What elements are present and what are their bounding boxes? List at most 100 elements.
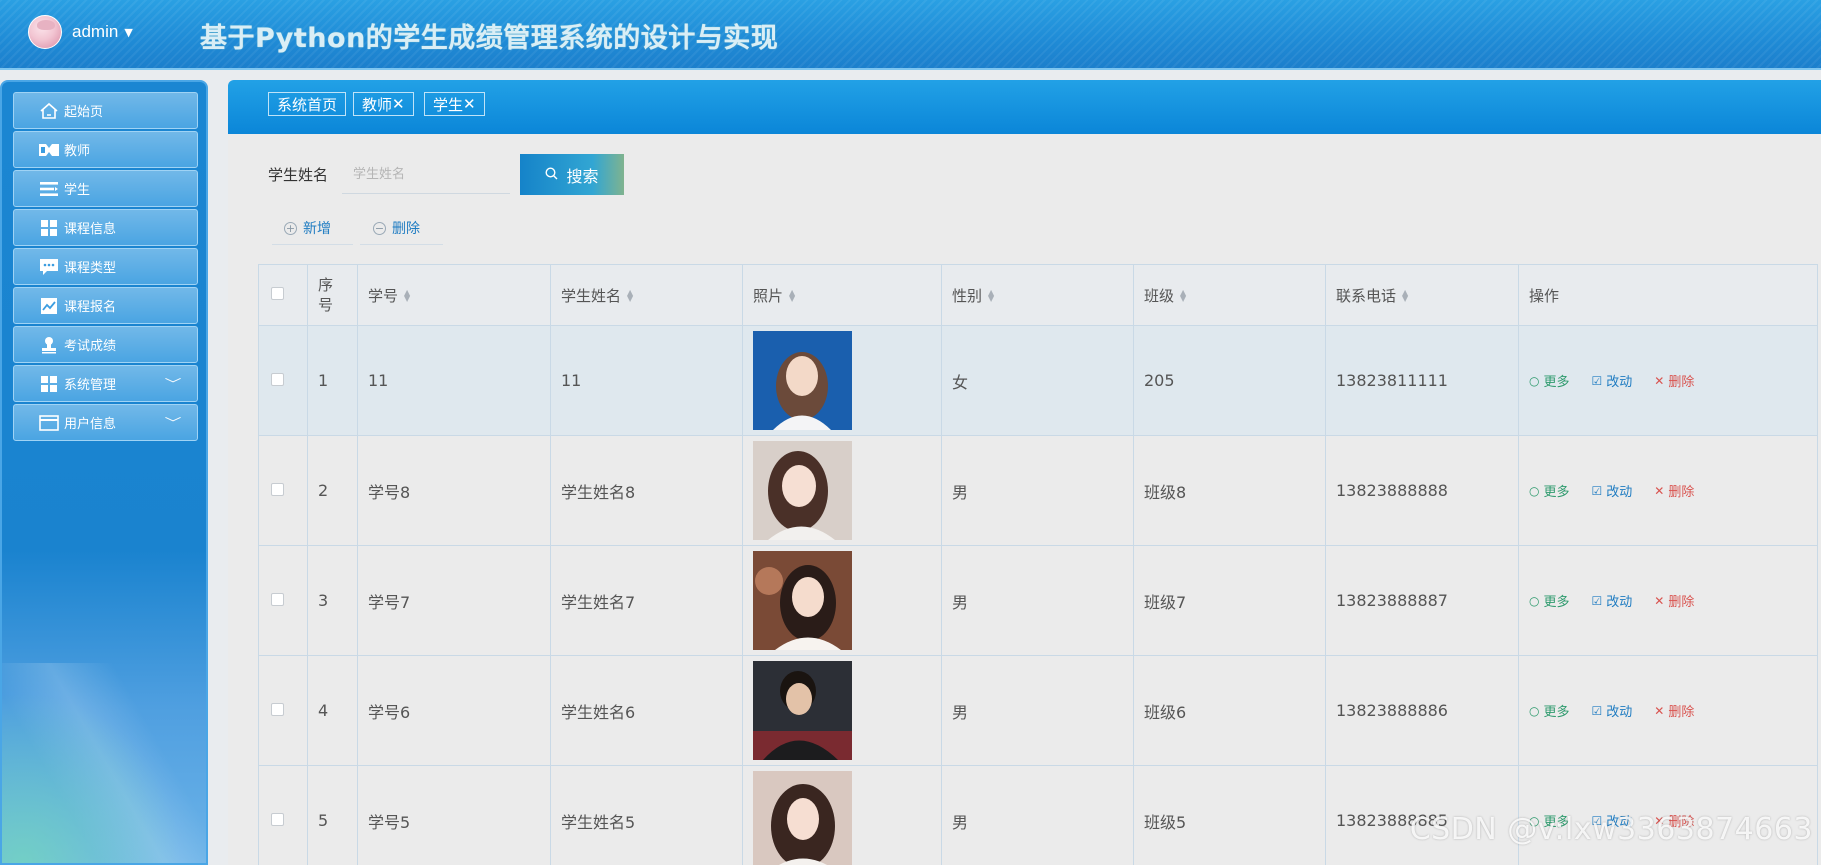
search-icon: ○ xyxy=(1529,483,1540,498)
sidebar-item-student[interactable]: 学生 xyxy=(13,170,198,207)
close-icon[interactable]: ✕ xyxy=(392,95,405,113)
row-select-cell[interactable] xyxy=(258,325,308,436)
cell-gender: 男 xyxy=(941,655,1134,766)
row-checkbox[interactable] xyxy=(271,483,284,496)
delete-button[interactable]: − 删除 xyxy=(360,212,443,245)
tab-home[interactable]: 系统首页 xyxy=(268,92,347,116)
more-button[interactable]: ○ 更多 xyxy=(1529,481,1570,501)
delete-label: 删除 xyxy=(1668,485,1695,500)
student-photo[interactable] xyxy=(753,771,852,865)
grid-icon xyxy=(38,374,60,394)
cell-phone: 13823888887 xyxy=(1325,545,1519,656)
grid-icon xyxy=(38,218,60,238)
sidebar-item-course-enroll[interactable]: 课程报名 xyxy=(13,287,198,324)
close-icon[interactable]: ✕ xyxy=(463,95,476,113)
table-row[interactable]: 3 学号7 学生姓名7 男 班级7 13823888887 ○更多 ☑改动 xyxy=(258,545,1818,656)
search-button[interactable]: 搜索 xyxy=(520,154,624,195)
row-checkbox[interactable] xyxy=(271,813,284,826)
more-button[interactable]: ○ 更多 xyxy=(1529,591,1570,611)
add-button[interactable]: + 新增 xyxy=(272,212,353,245)
edit-button[interactable]: ☑ 改动 xyxy=(1592,591,1633,611)
header-label: 性别 xyxy=(952,286,983,305)
search-label: 学生姓名 xyxy=(268,166,329,184)
row-select-cell[interactable] xyxy=(258,545,308,656)
student-photo[interactable] xyxy=(753,661,852,760)
header-label: 操作 xyxy=(1529,286,1560,305)
sidebar-item-teacher[interactable]: 教师 xyxy=(13,131,198,168)
add-button-label: 新增 xyxy=(303,221,331,237)
edit-label: 改动 xyxy=(1606,375,1633,390)
header-class[interactable]: 班级 ▲ ▼ xyxy=(1133,264,1326,326)
sidebar-item-label: 课程类型 xyxy=(64,261,117,276)
more-label: 更多 xyxy=(1543,375,1570,390)
minus-circle-icon: − xyxy=(373,221,386,235)
tab-label: 系统首页 xyxy=(277,95,338,114)
row-checkbox[interactable] xyxy=(271,703,284,716)
sort-icon[interactable]: ▲ ▼ xyxy=(988,289,994,303)
header-student-no[interactable]: 学号 ▲ ▼ xyxy=(357,264,551,326)
table-row[interactable]: 4 学号6 学生姓名6 男 班级6 13823888886 ○更多 ☑改动 xyxy=(258,655,1818,766)
header-student-name[interactable]: 学生姓名 ▲ ▼ xyxy=(550,264,743,326)
header-photo[interactable]: 照片 ▲ ▼ xyxy=(742,264,942,326)
sidebar-item-home[interactable]: 起始页 xyxy=(13,92,198,129)
sort-icon[interactable]: ▲ ▼ xyxy=(627,289,633,303)
header-phone[interactable]: 联系电话 ▲ ▼ xyxy=(1325,264,1519,326)
home-icon xyxy=(38,101,60,121)
cell-phone: 13823888888 xyxy=(1325,435,1519,546)
row-select-cell[interactable] xyxy=(258,435,308,546)
user-menu[interactable]: admin ▼ xyxy=(28,14,133,50)
student-photo[interactable] xyxy=(753,441,852,540)
cell-student-no: 11 xyxy=(357,325,551,436)
tab-label: 教师 xyxy=(362,95,393,114)
table-row[interactable]: 1 11 11 女 205 13823811111 ○ 更多 ☑ 改动 ✕ 删除 xyxy=(258,325,1818,436)
caret-down-icon[interactable]: ▼ xyxy=(124,26,132,39)
row-checkbox[interactable] xyxy=(271,373,284,386)
delete-row-button[interactable]: ✕ 删除 xyxy=(1654,371,1694,391)
cell-index: 1 xyxy=(307,325,358,436)
delete-row-button[interactable]: ✕ 删除 xyxy=(1654,481,1695,501)
sidebar-item-user-info[interactable]: 用户信息 ﹀ xyxy=(13,404,198,441)
user-name[interactable]: admin xyxy=(72,22,118,42)
more-button[interactable]: ○ 更多 xyxy=(1529,701,1570,721)
delete-row-button[interactable]: ✕ 删除 xyxy=(1654,701,1694,721)
header-label: 学生姓名 xyxy=(561,286,622,305)
sort-icon[interactable]: ▲ ▼ xyxy=(1402,289,1408,303)
student-photo[interactable] xyxy=(753,551,852,650)
edit-button[interactable]: ☑ 改动 xyxy=(1592,481,1633,501)
sidebar-item-system-manage[interactable]: 系统管理 ﹀ xyxy=(13,365,198,402)
sidebar-item-course-info[interactable]: 课程信息 xyxy=(13,209,198,246)
card-icon xyxy=(38,413,60,433)
cell-class: 班级7 xyxy=(1133,545,1326,656)
edit-label: 改动 xyxy=(1606,485,1633,500)
edit-button[interactable]: ☑ 改动 xyxy=(1592,701,1633,721)
tab-student[interactable]: 学生 ✕ xyxy=(424,92,485,116)
sort-icon[interactable]: ▲ ▼ xyxy=(789,289,795,303)
select-all-checkbox[interactable] xyxy=(271,287,284,300)
chevron-down-icon[interactable]: ﹀ xyxy=(165,414,182,431)
row-checkbox[interactable] xyxy=(271,593,284,606)
tab-teacher[interactable]: 教师 ✕ xyxy=(353,92,414,116)
select-all-cell[interactable] xyxy=(258,264,308,326)
row-select-cell[interactable] xyxy=(258,765,308,865)
edit-button[interactable]: ☑ 改动 xyxy=(1592,371,1633,391)
plus-circle-icon: + xyxy=(284,221,297,235)
search-input[interactable] xyxy=(342,156,510,194)
cell-student-name: 11 xyxy=(550,325,743,436)
cell-gender: 男 xyxy=(941,765,1134,865)
header-index: 序号 xyxy=(307,264,358,326)
sidebar-item-course-type[interactable]: 课程类型 xyxy=(13,248,198,285)
sort-icon[interactable]: ▲ ▼ xyxy=(1180,289,1186,303)
table-row[interactable]: 2 学号8 学生姓名8 男 班级8 13823888888 ○ 更多 ☑ 改动 ✕ 删… xyxy=(258,435,1818,546)
cell-index: 2 xyxy=(307,435,358,546)
sort-icon[interactable]: ▲ ▼ xyxy=(404,289,410,303)
more-button[interactable]: ○ 更多 xyxy=(1529,371,1570,391)
header-gender[interactable]: 性别 ▲ ▼ xyxy=(941,264,1134,326)
student-photo[interactable] xyxy=(753,331,852,430)
avatar[interactable] xyxy=(28,15,62,49)
sidebar-item-label: 起始页 xyxy=(64,105,104,120)
chevron-down-icon[interactable]: ﹀ xyxy=(165,375,182,392)
row-select-cell[interactable] xyxy=(258,655,308,766)
sidebar-item-exam-score[interactable]: 考试成绩 xyxy=(13,326,198,363)
teacher-icon xyxy=(38,140,60,160)
delete-row-button[interactable]: ✕ 删除 xyxy=(1654,591,1694,611)
